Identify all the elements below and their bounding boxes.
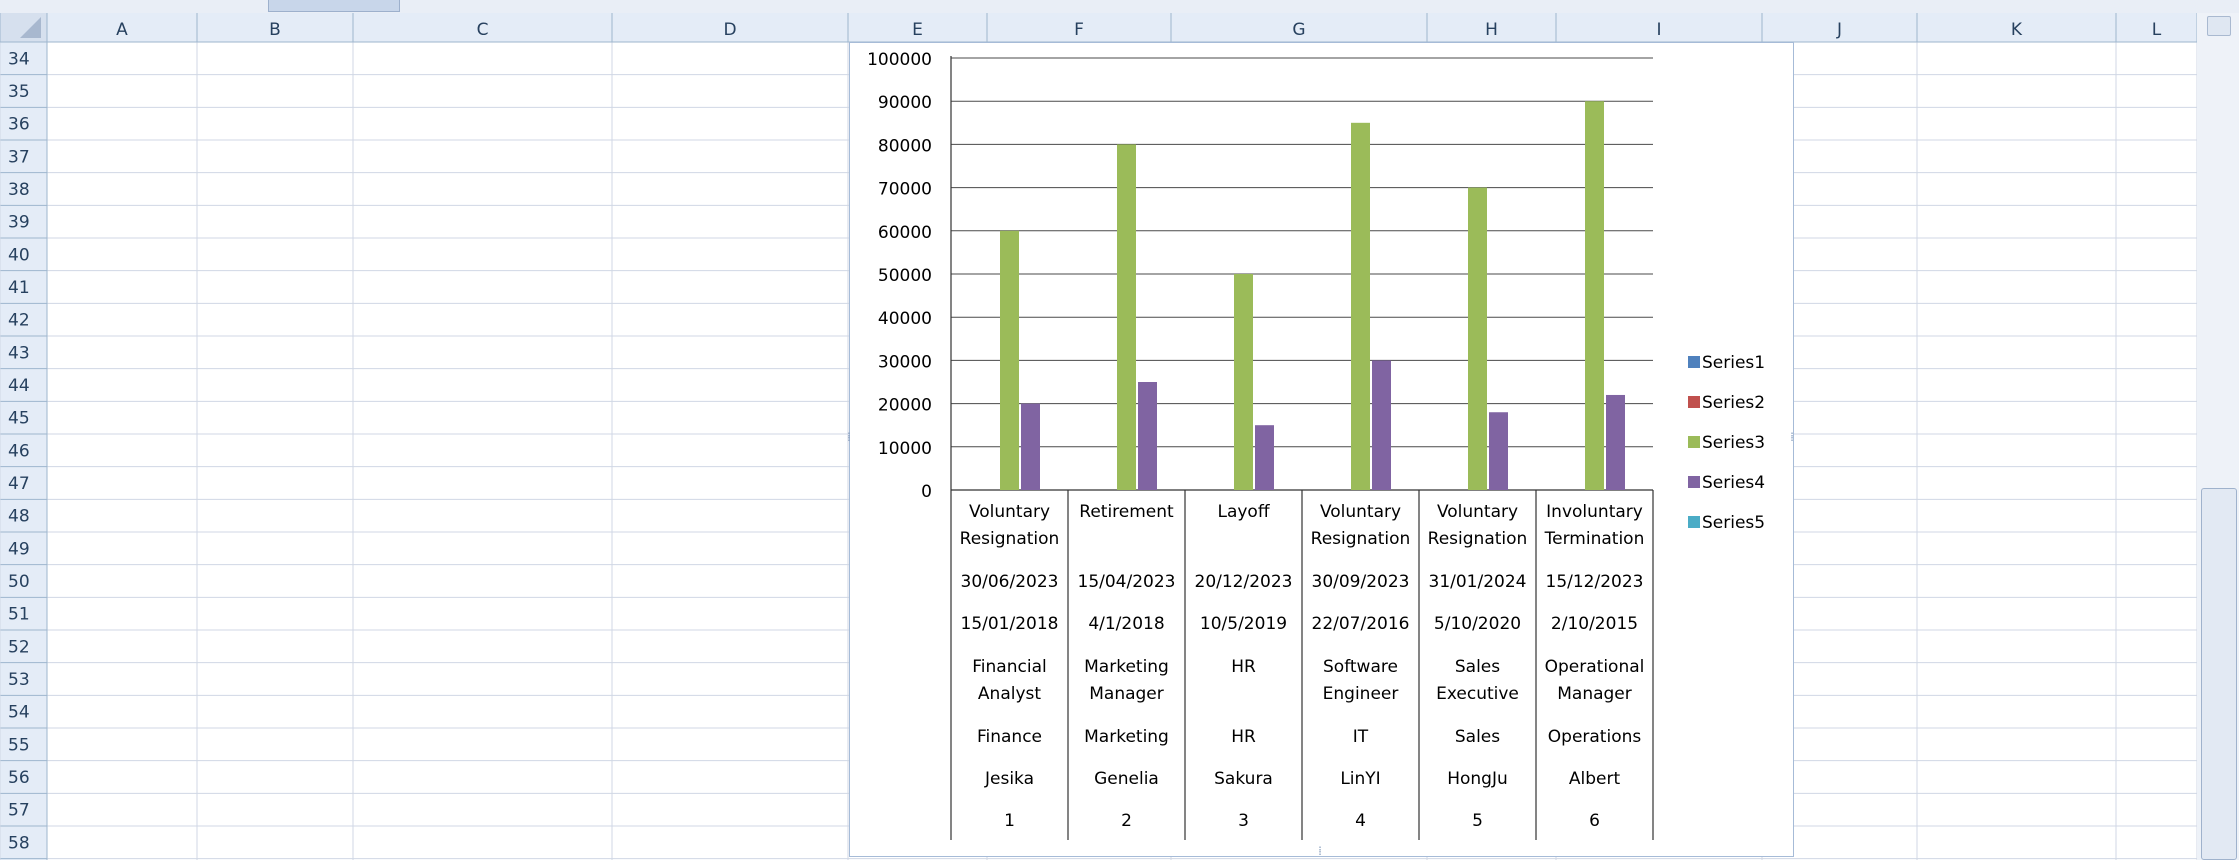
y-tick-label: 90000 [878, 93, 932, 113]
legend-swatch-series1 [1688, 356, 1700, 368]
category-label: Marketing [1084, 727, 1169, 747]
category-label: Albert [1569, 769, 1621, 789]
category-label: 4/1/2018 [1088, 614, 1164, 634]
category-label: Voluntary [969, 502, 1050, 522]
category-label: Jesika [984, 769, 1034, 789]
y-tick-label: 50000 [878, 266, 932, 286]
category-label: Engineer [1323, 684, 1399, 704]
category-label: Voluntary [1320, 502, 1401, 522]
category-label: Resignation [960, 529, 1060, 549]
category-label: 2/10/2015 [1551, 614, 1638, 634]
category-label: 3 [1238, 811, 1249, 831]
category-label: 6 [1589, 811, 1600, 831]
y-tick-label: 30000 [878, 352, 932, 372]
category-label: Termination [1544, 529, 1645, 549]
legend-swatch-series5 [1688, 516, 1700, 528]
bar-series3[interactable] [1000, 230, 1019, 491]
embedded-column-chart[interactable]: 1000009000080000700006000050000400003000… [0, 0, 2239, 860]
category-label: HR [1231, 657, 1256, 677]
legend-label-series3: Series3 [1702, 433, 1765, 453]
category-label: 1 [1004, 811, 1015, 831]
category-label: Voluntary [1437, 502, 1518, 522]
bar-series3[interactable] [1234, 274, 1253, 490]
category-label: Financial [972, 657, 1046, 677]
resize-handle[interactable]: ⁞ [1790, 430, 1794, 444]
scroll-up-button[interactable] [2207, 16, 2231, 36]
category-label: Operational [1545, 657, 1645, 677]
category-label: 20/12/2023 [1195, 572, 1293, 592]
resize-handle[interactable]: ⁞ [847, 430, 851, 444]
category-label: Involuntary [1546, 502, 1643, 522]
category-label: 4 [1355, 811, 1366, 831]
category-label: Sales [1455, 727, 1500, 747]
bar-series4[interactable] [1606, 394, 1625, 490]
category-label: Executive [1436, 684, 1519, 704]
category-label: 15/01/2018 [961, 614, 1059, 634]
resize-handle[interactable]: ⁞ [1318, 844, 1322, 858]
bar-series4[interactable] [1372, 360, 1391, 490]
legend-label-series2: Series2 [1702, 393, 1765, 413]
category-label: Layoff [1217, 502, 1270, 522]
legend-label-series1: Series1 [1702, 353, 1765, 373]
y-tick-label: 10000 [878, 439, 932, 459]
category-label: Marketing [1084, 657, 1169, 677]
category-label: IT [1353, 727, 1369, 747]
legend-swatch-series4 [1688, 476, 1700, 488]
y-tick-label: 0 [921, 482, 932, 502]
category-label: Operations [1548, 727, 1642, 747]
category-label: LinYI [1340, 769, 1380, 789]
category-label: Genelia [1094, 769, 1159, 789]
category-label: HongJu [1447, 769, 1508, 789]
category-label: Retirement [1079, 502, 1174, 522]
bar-series3[interactable] [1468, 187, 1487, 490]
bar-series4[interactable] [1489, 412, 1508, 490]
bar-series3[interactable] [1117, 144, 1136, 490]
category-label: Resignation [1428, 529, 1528, 549]
legend-swatch-series3 [1688, 436, 1700, 448]
y-tick-label: 80000 [878, 136, 932, 156]
y-tick-label: 60000 [878, 223, 932, 243]
legend-label-series4: Series4 [1702, 473, 1765, 493]
category-label: 15/12/2023 [1546, 572, 1644, 592]
bar-series3[interactable] [1585, 101, 1604, 490]
category-label: 15/04/2023 [1078, 572, 1176, 592]
category-label: 31/01/2024 [1429, 572, 1527, 592]
bar-series4[interactable] [1138, 382, 1157, 490]
category-label: 30/09/2023 [1312, 572, 1410, 592]
category-label: 5/10/2020 [1434, 614, 1521, 634]
y-tick-label: 40000 [878, 309, 932, 329]
bar-series4[interactable] [1255, 425, 1274, 490]
category-label: 22/07/2016 [1312, 614, 1410, 634]
y-tick-label: 20000 [878, 396, 932, 416]
legend-label-series5: Series5 [1702, 513, 1765, 533]
bar-series4[interactable] [1021, 403, 1040, 490]
category-label: HR [1231, 727, 1256, 747]
category-label: Resignation [1311, 529, 1411, 549]
category-label: Finance [977, 727, 1042, 747]
category-label: Analyst [978, 684, 1041, 704]
category-label: 2 [1121, 811, 1132, 831]
category-label: Sales [1455, 657, 1500, 677]
category-label: 10/5/2019 [1200, 614, 1287, 634]
category-label: Manager [1089, 684, 1164, 704]
bar-series3[interactable] [1351, 122, 1370, 491]
y-tick-label: 70000 [878, 180, 932, 200]
y-tick-label: 100000 [867, 50, 932, 70]
scrollbar-thumb[interactable] [2201, 488, 2237, 860]
category-label: 5 [1472, 811, 1483, 831]
legend-swatch-series2 [1688, 396, 1700, 408]
category-label: Software [1323, 657, 1398, 677]
category-label: Sakura [1214, 769, 1273, 789]
category-label: Manager [1557, 684, 1632, 704]
category-label: 30/06/2023 [961, 572, 1059, 592]
